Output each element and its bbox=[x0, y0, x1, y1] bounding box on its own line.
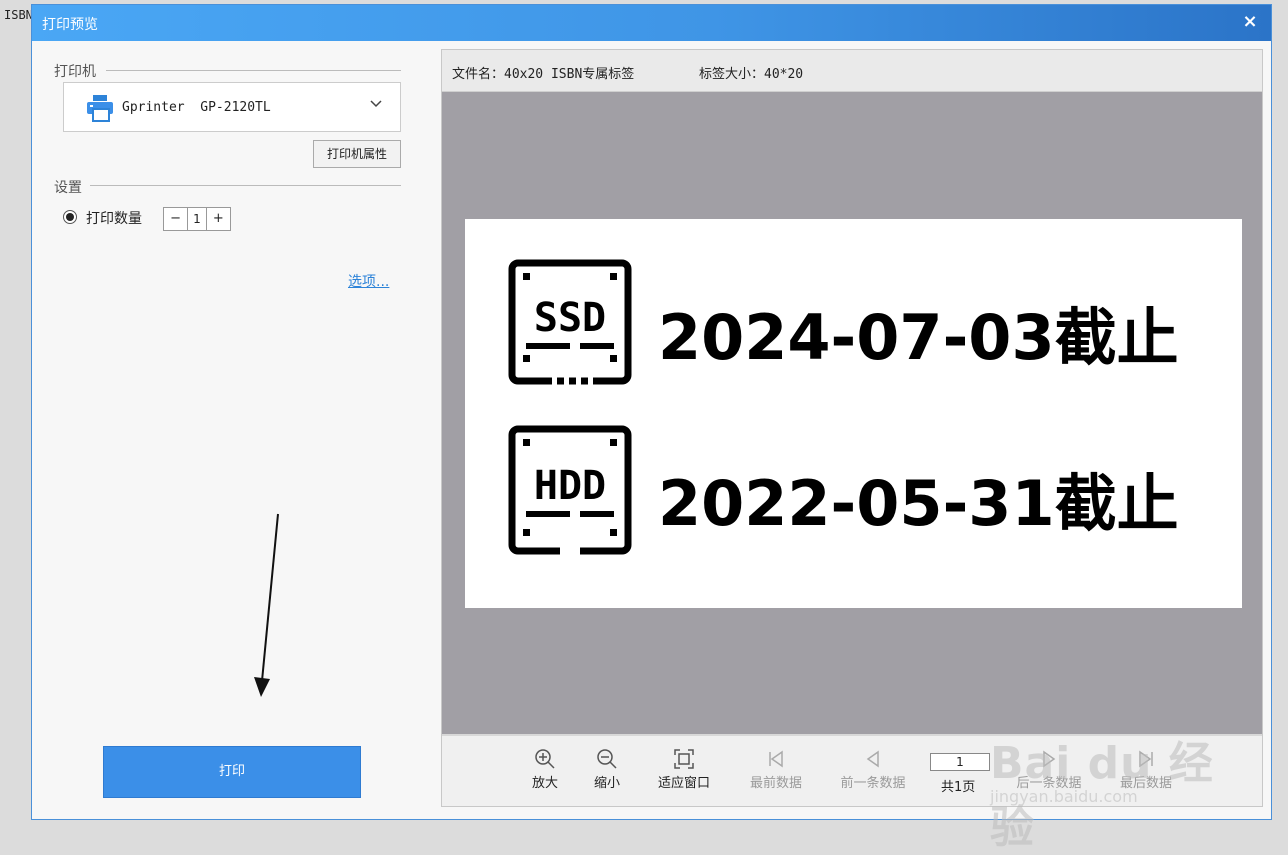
quantity-plus-button[interactable]: + bbox=[207, 208, 230, 230]
printer-select[interactable]: Gprinter GP-2120TL bbox=[63, 82, 401, 132]
fit-window-icon bbox=[674, 749, 694, 769]
prev-record-button[interactable]: 前一条数据 bbox=[834, 748, 912, 791]
zoom-in-icon bbox=[535, 749, 555, 769]
printer-section-divider bbox=[106, 70, 401, 71]
next-record-label: 后一条数据 bbox=[1016, 776, 1082, 791]
print-preview-dialog: 打印预览 × 打印机 Gprinter GP-2120TL 打印机属性 设置 打… bbox=[31, 4, 1272, 820]
last-record-icon bbox=[1139, 750, 1153, 768]
print-button[interactable]: 打印 bbox=[103, 746, 361, 798]
ssd-icon: SSD bbox=[508, 259, 632, 385]
printer-section-title: 打印机 bbox=[54, 64, 96, 80]
label-size: 标签大小：40*20 bbox=[699, 67, 804, 82]
preview-panel: 文件名：40x20 ISBN专属标签 标签大小：40*20 SSD 2024-0… bbox=[441, 49, 1263, 807]
dialog-title: 打印预览 bbox=[42, 17, 98, 33]
zoom-out-icon bbox=[597, 749, 617, 769]
settings-section-title: 设置 bbox=[54, 180, 82, 196]
print-quantity-radio[interactable] bbox=[63, 210, 77, 224]
label-preview: SSD 2024-07-03截止 HDD 2022-05-31截止 bbox=[465, 219, 1242, 608]
settings-section-divider bbox=[90, 185, 401, 186]
left-panel: 打印机 Gprinter GP-2120TL 打印机属性 设置 打印数量 − 1… bbox=[32, 41, 432, 819]
options-link[interactable]: 选项... bbox=[348, 271, 389, 291]
zoom-out-label: 缩小 bbox=[593, 776, 620, 791]
first-record-icon bbox=[769, 750, 783, 768]
last-record-button[interactable]: 最后数据 bbox=[1114, 748, 1178, 791]
quantity-stepper[interactable]: − 1 + bbox=[163, 207, 231, 231]
hdd-icon: HDD bbox=[508, 425, 632, 555]
file-name: 文件名：40x20 ISBN专属标签 bbox=[452, 67, 635, 82]
zoom-in-button[interactable]: 放大 bbox=[527, 748, 563, 791]
print-quantity-label: 打印数量 bbox=[86, 211, 142, 227]
next-record-button[interactable]: 后一条数据 bbox=[1010, 748, 1088, 791]
next-record-icon bbox=[1043, 750, 1056, 768]
page-number-input[interactable]: 1 bbox=[930, 753, 990, 771]
total-pages: 共1页 bbox=[941, 780, 976, 795]
hdd-icon-label: HDD bbox=[534, 463, 606, 509]
first-record-label: 最前数据 bbox=[749, 776, 802, 791]
chevron-down-icon bbox=[370, 100, 382, 108]
ssd-date: 2024-07-03截止 bbox=[658, 301, 1179, 374]
first-record-button[interactable]: 最前数据 bbox=[744, 748, 808, 791]
last-record-label: 最后数据 bbox=[1119, 776, 1172, 791]
label-info-bar: 文件名：40x20 ISBN专属标签 标签大小：40*20 bbox=[442, 50, 1262, 92]
zoom-in-label: 放大 bbox=[531, 776, 558, 791]
close-button[interactable]: × bbox=[1239, 11, 1261, 33]
printer-name: Gprinter GP-2120TL bbox=[122, 100, 271, 115]
zoom-out-button[interactable]: 缩小 bbox=[589, 748, 625, 791]
ssd-icon-label: SSD bbox=[534, 295, 606, 341]
preview-toolbar: 放大 缩小 适应窗口 最前数据 前一条数据 1 共1页 后一条数据 最后数据 bbox=[442, 734, 1262, 806]
printer-icon bbox=[87, 95, 113, 122]
prev-record-icon bbox=[866, 750, 879, 768]
title-bar: 打印预览 × bbox=[32, 5, 1271, 41]
quantity-minus-button[interactable]: − bbox=[164, 208, 187, 230]
quantity-value[interactable]: 1 bbox=[187, 208, 207, 230]
prev-record-label: 前一条数据 bbox=[840, 776, 906, 791]
fit-window-button[interactable]: 适应窗口 bbox=[652, 748, 716, 791]
background-text: ISBN bbox=[4, 8, 33, 22]
printer-properties-button[interactable]: 打印机属性 bbox=[313, 140, 401, 168]
fit-window-label: 适应窗口 bbox=[657, 776, 710, 791]
hdd-date: 2022-05-31截止 bbox=[658, 467, 1179, 540]
